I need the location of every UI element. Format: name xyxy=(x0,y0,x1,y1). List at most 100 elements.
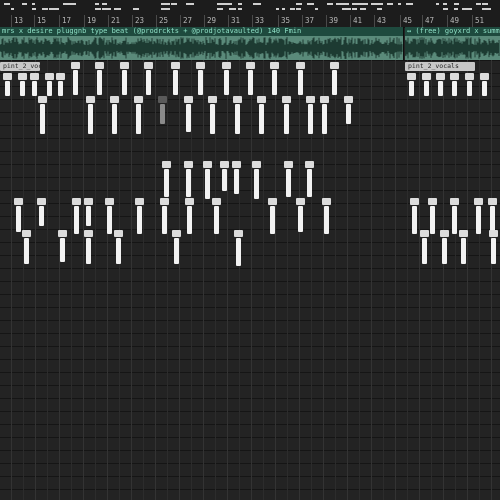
pattern-track-waveform-1[interactable] xyxy=(0,36,403,60)
audio-clip[interactable] xyxy=(268,198,277,236)
clip-handle[interactable] xyxy=(184,161,193,168)
audio-clip[interactable] xyxy=(257,96,266,136)
audio-clip[interactable] xyxy=(38,96,47,136)
clip-handle[interactable] xyxy=(158,96,167,103)
audio-clip[interactable] xyxy=(450,73,459,98)
clip-handle[interactable] xyxy=(110,96,119,103)
clip-handle[interactable] xyxy=(220,161,229,168)
clip-handle[interactable] xyxy=(105,198,114,205)
audio-clip[interactable] xyxy=(270,62,279,97)
clip-handle[interactable] xyxy=(120,62,129,69)
audio-clip[interactable] xyxy=(37,198,46,228)
clip-handle[interactable] xyxy=(422,73,431,80)
audio-clip[interactable] xyxy=(160,198,169,236)
audio-clip[interactable] xyxy=(474,198,483,236)
clip-handle[interactable] xyxy=(171,62,180,69)
clip-handle[interactable] xyxy=(296,62,305,69)
clip-handle[interactable] xyxy=(134,96,143,103)
audio-clip[interactable] xyxy=(234,230,243,268)
clip-handle[interactable] xyxy=(135,198,144,205)
audio-clip[interactable] xyxy=(284,161,293,199)
clip-handle[interactable] xyxy=(203,161,212,168)
audio-clip[interactable] xyxy=(71,62,80,97)
clip-handle[interactable] xyxy=(86,96,95,103)
audio-clip[interactable] xyxy=(296,198,305,234)
pattern-track-header-1[interactable]: mrs x desire plugg​nb type beat (@prodrc… xyxy=(0,27,403,36)
audio-clip[interactable] xyxy=(196,62,205,97)
clip-handle[interactable] xyxy=(72,198,81,205)
pattern-track-header-2[interactable]: ↔ (free) goyxrd x summrs x desire plugg xyxy=(405,27,500,36)
audio-clip[interactable] xyxy=(144,62,153,97)
audio-clip[interactable] xyxy=(410,198,419,236)
audio-clip[interactable] xyxy=(120,62,129,97)
audio-clip[interactable] xyxy=(114,230,123,266)
clip-handle[interactable] xyxy=(234,230,243,237)
clip-handle[interactable] xyxy=(474,198,483,205)
audio-clip[interactable] xyxy=(208,96,217,136)
audio-clip[interactable] xyxy=(407,73,416,98)
audio-clip[interactable] xyxy=(232,161,241,196)
audio-clip[interactable] xyxy=(428,198,437,236)
clip-handle[interactable] xyxy=(465,73,474,80)
clip-handle[interactable] xyxy=(268,198,277,205)
playlist-grid[interactable] xyxy=(0,60,500,500)
audio-clip[interactable] xyxy=(320,96,329,136)
clip-handle[interactable] xyxy=(270,62,279,69)
audio-clip[interactable] xyxy=(3,73,12,98)
audio-clip[interactable] xyxy=(95,62,104,97)
audio-clip[interactable] xyxy=(162,161,171,199)
audio-clip[interactable] xyxy=(110,96,119,136)
clip-handle[interactable] xyxy=(410,198,419,205)
audio-clip[interactable] xyxy=(489,230,498,266)
timeline-ruler[interactable]: 13 15 17 19 21 23 25 27 29 31 33 35 37 39 41 43 45 47 49 51 xyxy=(0,0,500,28)
clip-handle[interactable] xyxy=(320,96,329,103)
audio-clip[interactable] xyxy=(172,230,181,266)
clip-handle[interactable] xyxy=(160,198,169,205)
audio-clip[interactable] xyxy=(45,73,54,98)
audio-clip[interactable] xyxy=(465,73,474,98)
clip-handle[interactable] xyxy=(208,96,217,103)
clip-handle[interactable] xyxy=(284,161,293,168)
audio-clip[interactable] xyxy=(184,96,193,134)
clip-handle[interactable] xyxy=(428,198,437,205)
audio-clip[interactable] xyxy=(252,161,261,201)
clip-handle[interactable] xyxy=(296,198,305,205)
audio-clip[interactable] xyxy=(480,73,489,98)
clip-handle[interactable] xyxy=(37,198,46,205)
audio-clip[interactable] xyxy=(220,161,229,193)
clip-handle[interactable] xyxy=(488,198,497,205)
audio-clip[interactable] xyxy=(305,161,314,199)
audio-clip[interactable] xyxy=(436,73,445,98)
audio-clip[interactable] xyxy=(158,96,167,126)
audio-clip[interactable] xyxy=(296,62,305,97)
clip-handle[interactable] xyxy=(95,62,104,69)
clip-handle[interactable] xyxy=(71,62,80,69)
clip-handle[interactable] xyxy=(246,62,255,69)
audio-clip[interactable] xyxy=(86,96,95,136)
clip-handle[interactable] xyxy=(489,230,498,237)
clip-handle[interactable] xyxy=(38,96,47,103)
audio-clip[interactable] xyxy=(185,198,194,236)
audio-clip[interactable] xyxy=(58,230,67,264)
clip-handle[interactable] xyxy=(322,198,331,205)
clip-handle[interactable] xyxy=(196,62,205,69)
audio-clip[interactable] xyxy=(56,73,65,98)
audio-clip[interactable] xyxy=(459,230,468,266)
clip-handle[interactable] xyxy=(305,161,314,168)
clip-handle[interactable] xyxy=(330,62,339,69)
audio-clip[interactable] xyxy=(22,230,31,266)
clip-handle[interactable] xyxy=(14,198,23,205)
clip-handle[interactable] xyxy=(436,73,445,80)
clip-handle[interactable] xyxy=(233,96,242,103)
audio-clip[interactable] xyxy=(330,62,339,97)
audio-clip[interactable] xyxy=(135,198,144,236)
audio-clip[interactable] xyxy=(306,96,315,136)
clip-handle[interactable] xyxy=(440,230,449,237)
audio-clip[interactable] xyxy=(72,198,81,236)
clip-handle[interactable] xyxy=(480,73,489,80)
audio-clip[interactable] xyxy=(203,161,212,201)
audio-clip[interactable] xyxy=(171,62,180,97)
clip-handle[interactable] xyxy=(222,62,231,69)
audio-clip[interactable] xyxy=(450,198,459,236)
clip-handle[interactable] xyxy=(56,73,65,80)
